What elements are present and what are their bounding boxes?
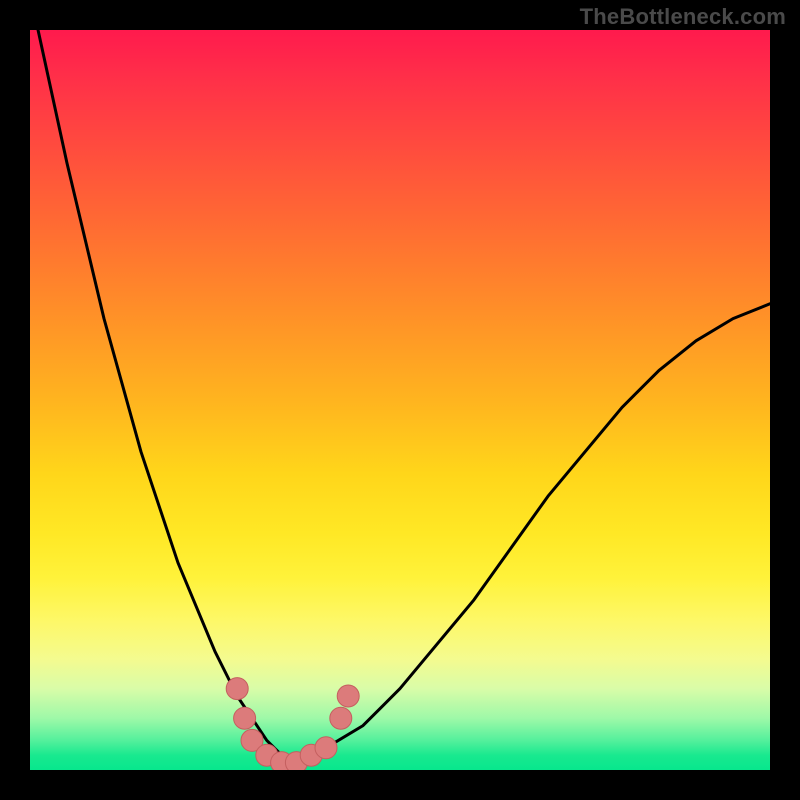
data-marker xyxy=(226,678,248,700)
data-marker xyxy=(315,737,337,759)
data-marker xyxy=(337,685,359,707)
bottleneck-curve xyxy=(30,30,770,763)
chart-frame: TheBottleneck.com xyxy=(0,0,800,800)
chart-svg xyxy=(30,30,770,770)
data-markers xyxy=(226,678,359,770)
data-marker xyxy=(330,707,352,729)
watermark-text: TheBottleneck.com xyxy=(580,4,786,30)
data-marker xyxy=(234,707,256,729)
plot-area xyxy=(30,30,770,770)
